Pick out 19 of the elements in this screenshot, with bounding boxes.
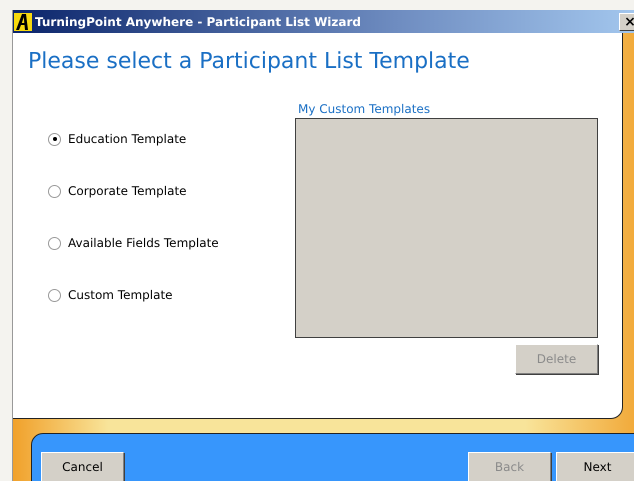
window-title: TurningPoint Anywhere - Participant List Wizard	[35, 14, 362, 28]
list-label: My Custom Templates	[298, 102, 430, 116]
template-option[interactable]: Corporate Template	[48, 182, 295, 200]
template-option[interactable]: Available Fields Template	[48, 234, 295, 252]
radio-button[interactable]	[48, 236, 61, 250]
next-button[interactable]: Next	[556, 452, 634, 481]
option-label: Custom Template	[68, 288, 173, 302]
radio-button[interactable]	[48, 184, 61, 198]
template-option[interactable]: Education Template	[48, 130, 295, 148]
template-option[interactable]: Custom Template	[48, 286, 295, 304]
option-label: Corporate Template	[68, 184, 187, 198]
option-label: Education Template	[68, 132, 186, 146]
cancel-button[interactable]: Cancel	[41, 452, 124, 481]
page-heading: Please select a Participant List Template	[28, 49, 471, 74]
radio-button[interactable]	[48, 288, 61, 302]
app-logo-icon	[14, 12, 32, 30]
radio-button[interactable]	[48, 132, 61, 146]
option-label: Available Fields Template	[68, 236, 219, 250]
close-button[interactable]: ×	[619, 12, 634, 30]
